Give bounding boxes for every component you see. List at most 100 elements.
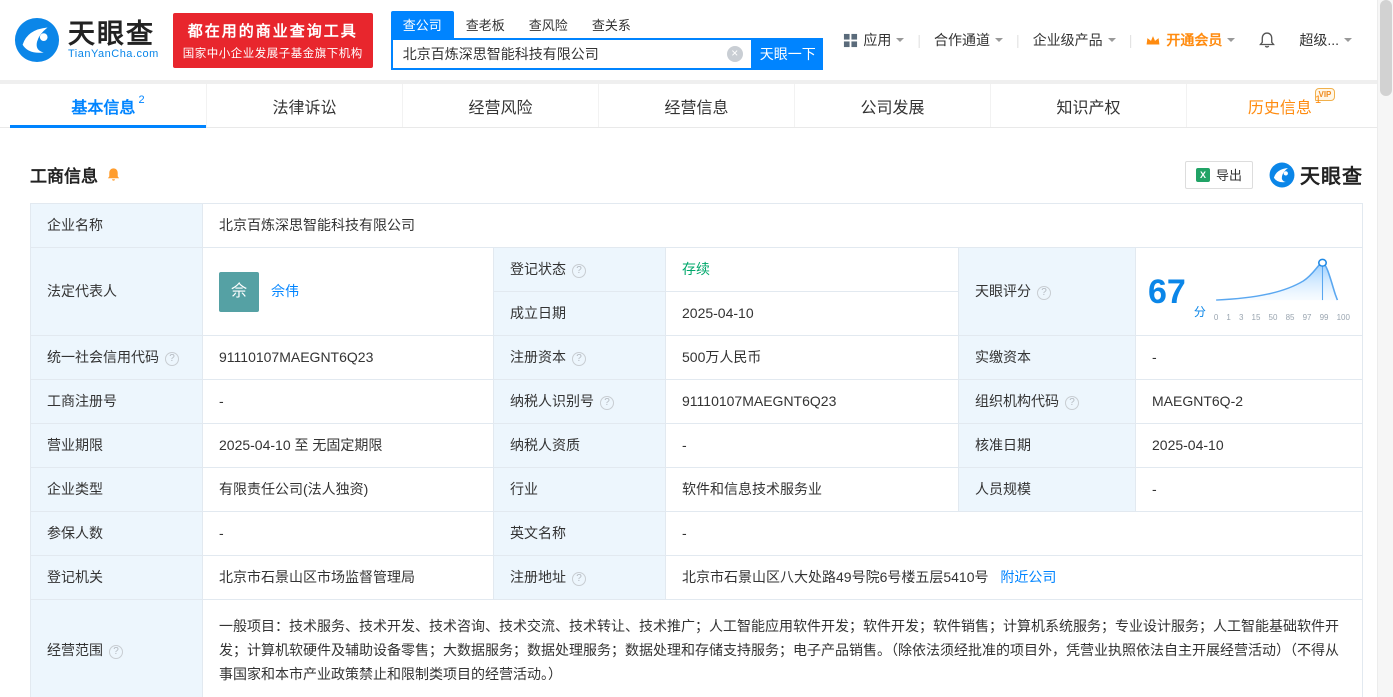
value-reg-capital: 500万人民币 [665, 335, 959, 380]
notifications-button[interactable] [1248, 31, 1286, 49]
chevron-down-icon [1107, 38, 1116, 46]
nav-apps[interactable]: 应用 [830, 30, 917, 50]
tab-intellectual-property[interactable]: 知识产权 [990, 84, 1186, 127]
tab-count-badge: 2 [138, 93, 145, 106]
search-tab-relation[interactable]: 查关系 [580, 11, 643, 38]
help-icon[interactable]: ? [572, 572, 586, 586]
search-block: 查公司 查老板 查风险 查关系 × 天眼一下 [390, 10, 823, 70]
label-english-name: 英文名称 [493, 511, 666, 556]
score-chart: 01 3 15 50 85 97 99 100 [1214, 256, 1350, 327]
tab-legal-proceedings[interactable]: 法律诉讼 [206, 84, 402, 127]
label-reg-status: 登记状态? [493, 247, 666, 292]
legal-rep-avatar[interactable]: 佘 [219, 271, 259, 312]
value-reg-authority: 北京市石景山区市场监督管理局 [202, 555, 494, 600]
tab-label: 法律诉讼 [272, 99, 337, 117]
legal-rep-link[interactable]: 佘伟 [271, 282, 299, 301]
value-score: 67 分 0 1 3 15 50 85 97 99 100 [1135, 247, 1363, 336]
search-tab-boss[interactable]: 查老板 [454, 11, 517, 38]
nav-enterprise-label: 企业级产品 [1032, 32, 1103, 48]
table-row: 统一社会信用代码? 91110107MAEGNT6Q23 注册资本? 500万人… [30, 335, 1363, 380]
tab-operation-info[interactable]: 经营信息 [598, 84, 794, 127]
export-label: 导出 [1215, 168, 1242, 183]
main-content: 工商信息 X 导出 天眼查 企业名称 北京百炼深思智能科技有限公司 法定代表人 … [0, 160, 1393, 697]
value-staff-size: - [1135, 467, 1363, 512]
label-taxpayer-no: 纳税人识别号? [493, 379, 666, 424]
search-tab-company[interactable]: 查公司 [390, 10, 454, 38]
tianyancha-logo[interactable]: 天眼查 TianYanCha.com [14, 17, 159, 63]
value-industry: 软件和信息技术服务业 [665, 467, 959, 512]
tianyancha-logo-icon [1269, 162, 1295, 187]
table-row: 参保人数 - 英文名称 - [30, 511, 1363, 556]
label-approval-date: 核准日期 [958, 423, 1136, 468]
label-text: 登记状态 [510, 261, 566, 277]
subscribe-bell-icon[interactable] [106, 167, 121, 182]
logo-domain-text: TianYanCha.com [68, 48, 159, 61]
value-english-name: - [665, 511, 1363, 556]
slogan-line1: 都在用的商业查询工具 [187, 22, 358, 40]
export-button[interactable]: X 导出 [1184, 160, 1253, 189]
value-business-term: 2025-04-10 至 无固定期限 [202, 423, 494, 468]
tab-label: 经营风险 [468, 99, 533, 117]
table-row: 企业类型 有限责任公司(法人独资) 行业 软件和信息技术服务业 人员规模 - [30, 467, 1363, 512]
tab-history-info[interactable]: VIP 历史信息 1 [1186, 84, 1382, 127]
tab-basic-info[interactable]: 基本信息 2 [10, 84, 206, 128]
scrollbar-thumb[interactable] [1380, 0, 1392, 96]
value-company-type: 有限责任公司(法人独资) [202, 467, 494, 512]
help-icon[interactable]: ? [109, 644, 123, 659]
search-input[interactable] [392, 45, 751, 62]
table-row: 法定代表人 佘 佘伟 登记状态? 存续 天眼评分? 67 分 0 1 3 15 … [30, 247, 1363, 336]
tab-label: 历史信息 [1247, 99, 1312, 117]
value-reg-status: 存续 [665, 247, 959, 292]
value-paid-capital: - [1135, 335, 1363, 380]
help-icon[interactable]: ? [572, 264, 586, 278]
slogan-badge: 都在用的商业查询工具 国家中小企业发展子基金旗下机构 [172, 12, 373, 68]
tab-company-development[interactable]: 公司发展 [794, 84, 990, 127]
address-text: 北京市石景山区八大处路49号院6号楼五层5410号 [682, 569, 989, 585]
search-button[interactable]: 天眼一下 [752, 37, 823, 70]
nav-enterprise[interactable]: 企业级产品 [1020, 30, 1129, 50]
nav-partner-label: 合作通道 [934, 32, 991, 48]
nav-account[interactable]: 超级... [1286, 30, 1365, 50]
help-icon[interactable]: ? [165, 352, 179, 366]
nav-apps-label: 应用 [863, 32, 892, 48]
clear-search-icon[interactable]: × [726, 45, 743, 62]
search-tab-risk[interactable]: 查风险 [517, 11, 580, 38]
grid-icon [844, 33, 858, 47]
value-reg-address: 北京市石景山区八大处路49号院6号楼五层5410号 附近公司 [665, 555, 1363, 600]
tab-label: 公司发展 [860, 99, 925, 117]
tianyancha-logo-icon [14, 17, 60, 63]
search-tabs: 查公司 查老板 查风险 查关系 [390, 10, 823, 38]
excel-icon: X [1195, 167, 1210, 182]
table-row: 登记机关 北京市石景山区市场监督管理局 注册地址? 北京市石景山区八大处路49号… [30, 555, 1363, 600]
label-industry: 行业 [493, 467, 666, 512]
label-business-term: 营业期限 [30, 423, 203, 468]
label-reg-address: 注册地址? [493, 555, 666, 600]
table-row: 企业名称 北京百炼深思智能科技有限公司 [30, 203, 1363, 248]
label-text: 注册资本 [510, 349, 566, 365]
label-staff-size: 人员规模 [958, 467, 1136, 512]
search-input-wrap: × [390, 37, 753, 70]
tab-label: 知识产权 [1056, 99, 1121, 117]
label-company-type: 企业类型 [30, 467, 203, 512]
help-icon[interactable]: ? [572, 352, 586, 366]
label-reg-authority: 登记机关 [30, 555, 203, 600]
vertical-scrollbar[interactable] [1377, 0, 1393, 697]
nav-open-vip[interactable]: 开通会员 [1132, 30, 1248, 50]
nearby-companies-link[interactable]: 附近公司 [1000, 569, 1056, 585]
label-company-name: 企业名称 [30, 203, 203, 248]
nav-partner[interactable]: 合作通道 [921, 30, 1016, 50]
value-business-scope: 一般项目：技术服务、技术开发、技术咨询、技术交流、技术转让、技术推广；人工智能应… [202, 599, 1363, 697]
value-org-code: MAEGNT6Q-2 [1135, 379, 1363, 424]
value-establish-date: 2025-04-10 [665, 291, 959, 336]
help-icon[interactable]: ? [1037, 286, 1051, 300]
help-icon[interactable]: ? [1065, 396, 1079, 410]
help-icon[interactable]: ? [600, 396, 614, 410]
score-unit: 分 [1193, 305, 1206, 319]
label-text: 经营范围 [47, 641, 103, 658]
table-row: 工商注册号 - 纳税人识别号? 91110107MAEGNT6Q23 组织机构代… [30, 379, 1363, 424]
tab-count-badge: 1 [1314, 93, 1322, 106]
label-text: 天眼评分 [975, 283, 1031, 299]
tab-operation-risk[interactable]: 经营风险 [402, 84, 598, 127]
business-info-table: 企业名称 北京百炼深思智能科技有限公司 法定代表人 佘 佘伟 登记状态? 存续 … [30, 203, 1363, 697]
chevron-down-icon [995, 38, 1004, 46]
